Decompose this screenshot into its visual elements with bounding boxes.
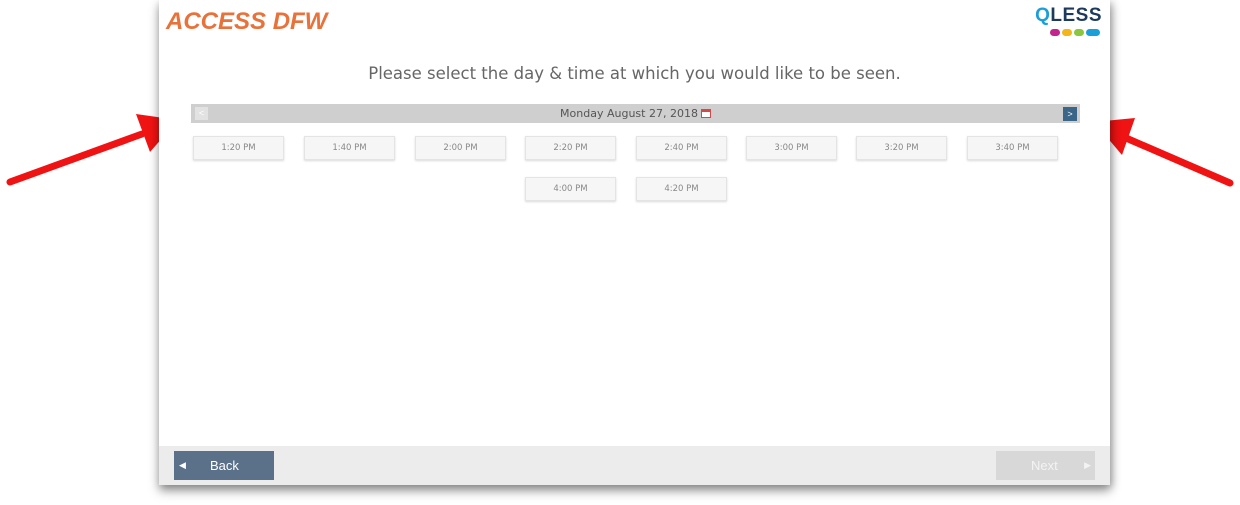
back-triangle-icon: ◀	[179, 460, 186, 470]
right-annotation-arrow	[1094, 118, 1234, 187]
time-slot-button[interactable]: 4:20 PM	[636, 177, 727, 201]
next-button-label: Next	[1031, 458, 1058, 473]
booking-window: ACCESS DFW QLESS Please select the day &…	[159, 0, 1110, 485]
back-button[interactable]: ◀ Back	[174, 451, 274, 480]
time-slot-button[interactable]: 3:00 PM	[746, 136, 837, 160]
time-slot-button[interactable]: 4:00 PM	[525, 177, 616, 201]
selected-date[interactable]: Monday August 27, 2018	[191, 107, 1080, 120]
time-slot-button[interactable]: 2:40 PM	[636, 136, 727, 160]
footer-bar: ◀ Back Next ▶	[159, 446, 1110, 485]
left-annotation-arrow	[6, 114, 178, 186]
qless-logo-dots	[1050, 29, 1100, 36]
date-navigation-bar: < Monday August 27, 2018 >	[191, 104, 1080, 123]
time-slot-button[interactable]: 3:40 PM	[967, 136, 1058, 160]
back-button-label: Back	[210, 458, 239, 473]
time-slot-button[interactable]: 1:20 PM	[193, 136, 284, 160]
page-prompt: Please select the day & time at which yo…	[368, 64, 901, 83]
time-slot-button[interactable]: 2:00 PM	[415, 136, 506, 160]
calendar-icon[interactable]	[700, 109, 711, 118]
time-slot-button[interactable]: 2:20 PM	[525, 136, 616, 160]
time-slot-button[interactable]: 3:20 PM	[856, 136, 947, 160]
brand-title: ACCESS DFW	[166, 8, 328, 35]
next-button[interactable]: Next ▶	[996, 451, 1095, 480]
next-day-button[interactable]: >	[1063, 107, 1077, 121]
next-triangle-icon: ▶	[1084, 460, 1091, 470]
selected-date-label: Monday August 27, 2018	[560, 107, 698, 120]
time-slot-button[interactable]: 1:40 PM	[304, 136, 395, 160]
qless-logo: QLESS	[1032, 5, 1102, 39]
